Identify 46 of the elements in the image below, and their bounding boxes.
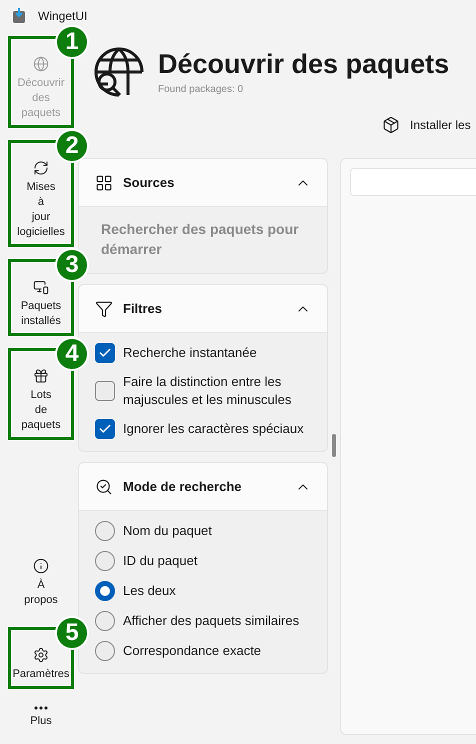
search-icon — [95, 478, 113, 496]
page-title: Découvrir des paquets — [158, 49, 450, 80]
package-icon — [382, 116, 400, 134]
app-title: WingetUI — [38, 9, 88, 23]
option-label: Faire la distinction entre les majuscules et les minuscules — [123, 373, 292, 409]
radio-button[interactable] — [95, 581, 115, 601]
radio-button[interactable] — [95, 521, 115, 541]
found-count: Found packages: 0 — [158, 84, 244, 95]
search-field[interactable] — [350, 168, 476, 196]
empty-message: Rechercher des paquets pour démarrer — [100, 220, 300, 259]
card-title: Sources — [123, 175, 176, 190]
install-button[interactable]: Installer les — [382, 116, 471, 134]
checkbox[interactable] — [95, 343, 115, 363]
splitter-handle[interactable] — [332, 434, 336, 457]
option-label: Les deux — [123, 582, 176, 600]
callout-badge: 1 — [55, 25, 89, 59]
globe-icon — [33, 56, 49, 72]
callout-badge: 5 — [55, 616, 89, 650]
gift-icon — [33, 368, 49, 384]
option-label: Nom du paquet — [123, 522, 212, 540]
option-label: Afficher des paquets similaires — [123, 612, 300, 630]
radio-button[interactable] — [95, 641, 115, 661]
app-logo-icon — [12, 8, 26, 24]
card-title: Filtres — [123, 301, 164, 316]
option-label: ID du paquet — [123, 552, 198, 570]
radio-button[interactable] — [95, 551, 115, 571]
nav-item[interactable]: Plus — [11, 704, 71, 733]
checkbox[interactable] — [95, 419, 115, 439]
filter-icon — [95, 300, 113, 318]
devices-icon — [33, 279, 49, 295]
option-label: Ignorer les caractères spéciaux — [123, 420, 304, 438]
option-label: Recherche instantanée — [123, 344, 257, 362]
callout-badge: 4 — [55, 337, 89, 371]
settings-icon — [33, 647, 49, 663]
more-icon — [34, 706, 48, 710]
card-title: Mode de recherche — [123, 479, 242, 494]
refresh-icon — [33, 160, 49, 176]
option-label: Correspondance exacte — [123, 642, 262, 660]
callout-badge: 3 — [55, 248, 89, 282]
callout-badge: 2 — [55, 129, 89, 163]
globe-search-icon — [92, 45, 146, 99]
radio-button[interactable] — [95, 611, 115, 631]
checkbox[interactable] — [95, 381, 115, 401]
grid-icon — [95, 174, 113, 192]
info-icon — [33, 558, 49, 574]
nav-item[interactable]: À propos — [11, 556, 71, 612]
